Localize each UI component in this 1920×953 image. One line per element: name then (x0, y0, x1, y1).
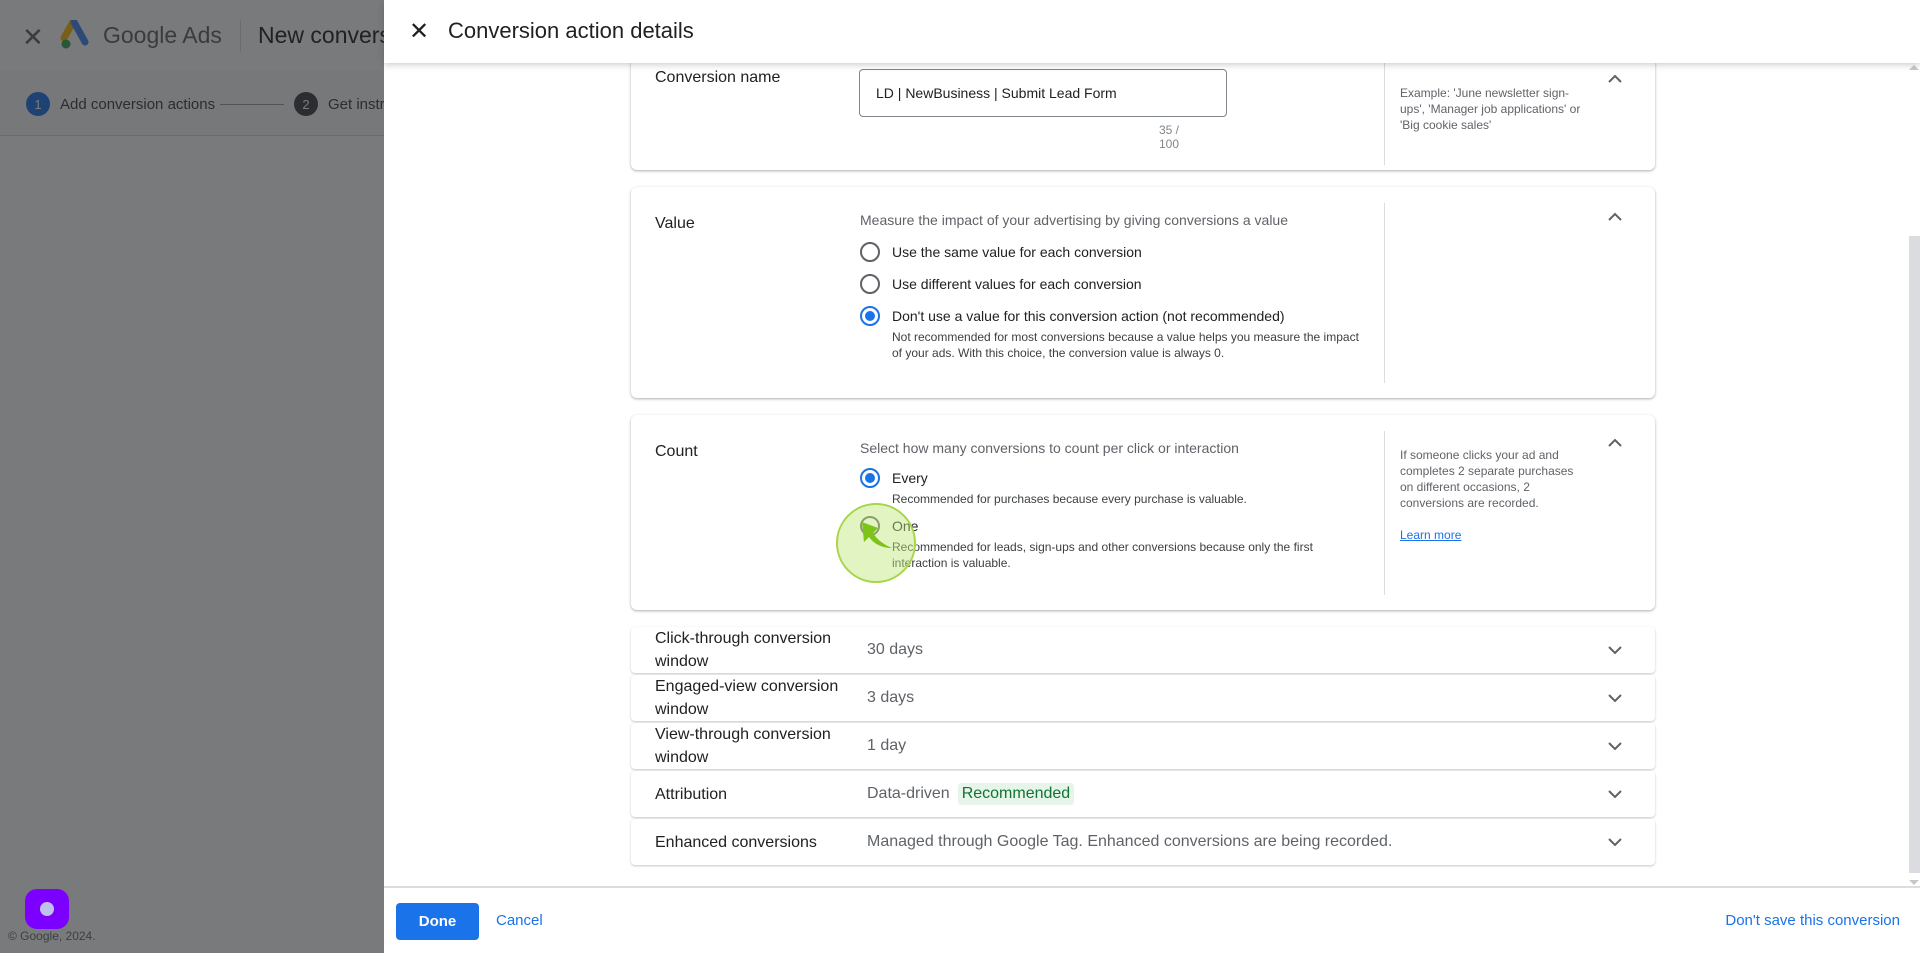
count-help: If someone clicks your ad and completes … (1400, 447, 1590, 543)
radio-button[interactable] (860, 274, 880, 294)
recommended-badge: Recommended (957, 783, 1075, 805)
panel-scrollbar[interactable] (1905, 63, 1920, 887)
row-label: Enhanced conversions (655, 833, 817, 851)
value-description: Measure the impact of your advertising b… (860, 212, 1288, 228)
row-value: Managed through Google Tag. Enhanced con… (867, 833, 1393, 850)
value-option-same[interactable]: Use the same value for each conversion (860, 242, 1142, 262)
radio-label: Use different values for each conversion (892, 276, 1142, 292)
row-value: 30 days (867, 641, 924, 658)
chevron-up-icon[interactable] (1603, 67, 1627, 91)
cursor-arrow-icon (862, 522, 892, 548)
value-label: Value (655, 215, 695, 232)
row-label: Click-through conversion window (655, 630, 832, 670)
radio-label: Use the same value for each conversion (892, 244, 1142, 260)
count-label: Count (655, 443, 698, 460)
learn-more-link[interactable]: Learn more (1400, 528, 1461, 542)
cancel-button[interactable]: Cancel (496, 912, 543, 929)
card-divider (1384, 431, 1385, 595)
radio-button-checked[interactable] (860, 468, 880, 488)
count-description: Select how many conversions to count per… (860, 440, 1239, 456)
row-value: Data-driven (867, 785, 950, 802)
count-help-text: If someone clicks your ad and completes … (1400, 448, 1574, 510)
close-icon[interactable]: ✕ (404, 16, 434, 46)
conversion-details-panel: ✕ Conversion action details Conversion n… (384, 0, 1920, 953)
character-counter: 35 / 100 (1159, 123, 1180, 151)
chevron-down-icon[interactable] (1603, 782, 1627, 806)
radio-sublabel: Recommended for leads, sign-ups and othe… (892, 540, 1313, 570)
scroll-down-arrow-icon[interactable] (1909, 880, 1919, 885)
scroll-up-arrow-icon[interactable] (1909, 65, 1919, 70)
count-card: Count Select how many conversions to cou… (631, 415, 1655, 610)
panel-content: Conversion name LD | NewBusiness | Submi… (384, 63, 1920, 887)
card-divider (1384, 203, 1385, 383)
value-option-different[interactable]: Use different values for each conversion (860, 274, 1142, 294)
conversion-name-help: Example: 'June newsletter sign-ups', 'Ma… (1400, 86, 1581, 132)
chevron-up-icon[interactable] (1603, 431, 1627, 455)
row-value: 3 days (867, 689, 915, 706)
dont-save-button[interactable]: Don't save this conversion (1725, 912, 1900, 929)
radio-button[interactable] (860, 242, 880, 262)
view-through-window-row[interactable]: View-through conversion window 1 day (631, 723, 1655, 769)
panel-title: Conversion action details (448, 18, 694, 43)
radio-sublabel: Not recommended for most conversions bec… (892, 330, 1359, 360)
count-option-every[interactable]: Every Recommended for purchases because … (860, 468, 1247, 507)
row-label: Attribution (655, 785, 728, 803)
panel-footer: Done Cancel Don't save this conversion (384, 886, 1920, 953)
chevron-down-icon[interactable] (1603, 638, 1627, 662)
click-through-window-row[interactable]: Click-through conversion window 30 days (631, 627, 1655, 673)
conversion-name-input[interactable]: LD | NewBusiness | Submit Lead Form (859, 69, 1227, 117)
value-option-none[interactable]: Don't use a value for this conversion ac… (860, 306, 1362, 361)
chevron-down-icon[interactable] (1603, 686, 1627, 710)
row-value: 1 day (867, 737, 907, 754)
conversion-name-label: Conversion name (655, 69, 781, 86)
done-button[interactable]: Done (396, 903, 479, 940)
radio-label: Don't use a value for this conversion ac… (892, 308, 1285, 324)
launcher-dot-icon (40, 902, 54, 916)
enhanced-conversions-row[interactable]: Enhanced conversions Managed through Goo… (631, 819, 1655, 865)
chevron-down-icon[interactable] (1603, 734, 1627, 758)
radio-sublabel: Recommended for purchases because every … (892, 492, 1247, 506)
row-label: View-through conversion window (655, 726, 831, 766)
assistant-launcher-button[interactable] (25, 889, 69, 929)
radio-button-checked[interactable] (860, 306, 880, 326)
attribution-row[interactable]: Attribution Data-driven Recommended (631, 771, 1655, 817)
radio-label: One (892, 518, 919, 534)
copyright: © Google, 2024. (8, 929, 96, 943)
radio-label: Every (892, 470, 928, 486)
engaged-view-window-row[interactable]: Engaged-view conversion window 3 days (631, 675, 1655, 721)
chevron-down-icon[interactable] (1603, 830, 1627, 854)
card-divider (1384, 63, 1385, 165)
panel-header: ✕ Conversion action details (384, 0, 1920, 63)
value-card: Value Measure the impact of your adverti… (631, 187, 1655, 398)
scrollbar-thumb[interactable] (1909, 236, 1920, 873)
chevron-up-icon[interactable] (1603, 205, 1627, 229)
row-value-wrap: Data-driven Recommended (867, 771, 1075, 817)
count-option-one[interactable]: One Recommended for leads, sign-ups and … (860, 516, 1362, 571)
row-label: Engaged-view conversion window (655, 678, 839, 718)
conversion-name-card: Conversion name LD | NewBusiness | Submi… (631, 63, 1655, 170)
